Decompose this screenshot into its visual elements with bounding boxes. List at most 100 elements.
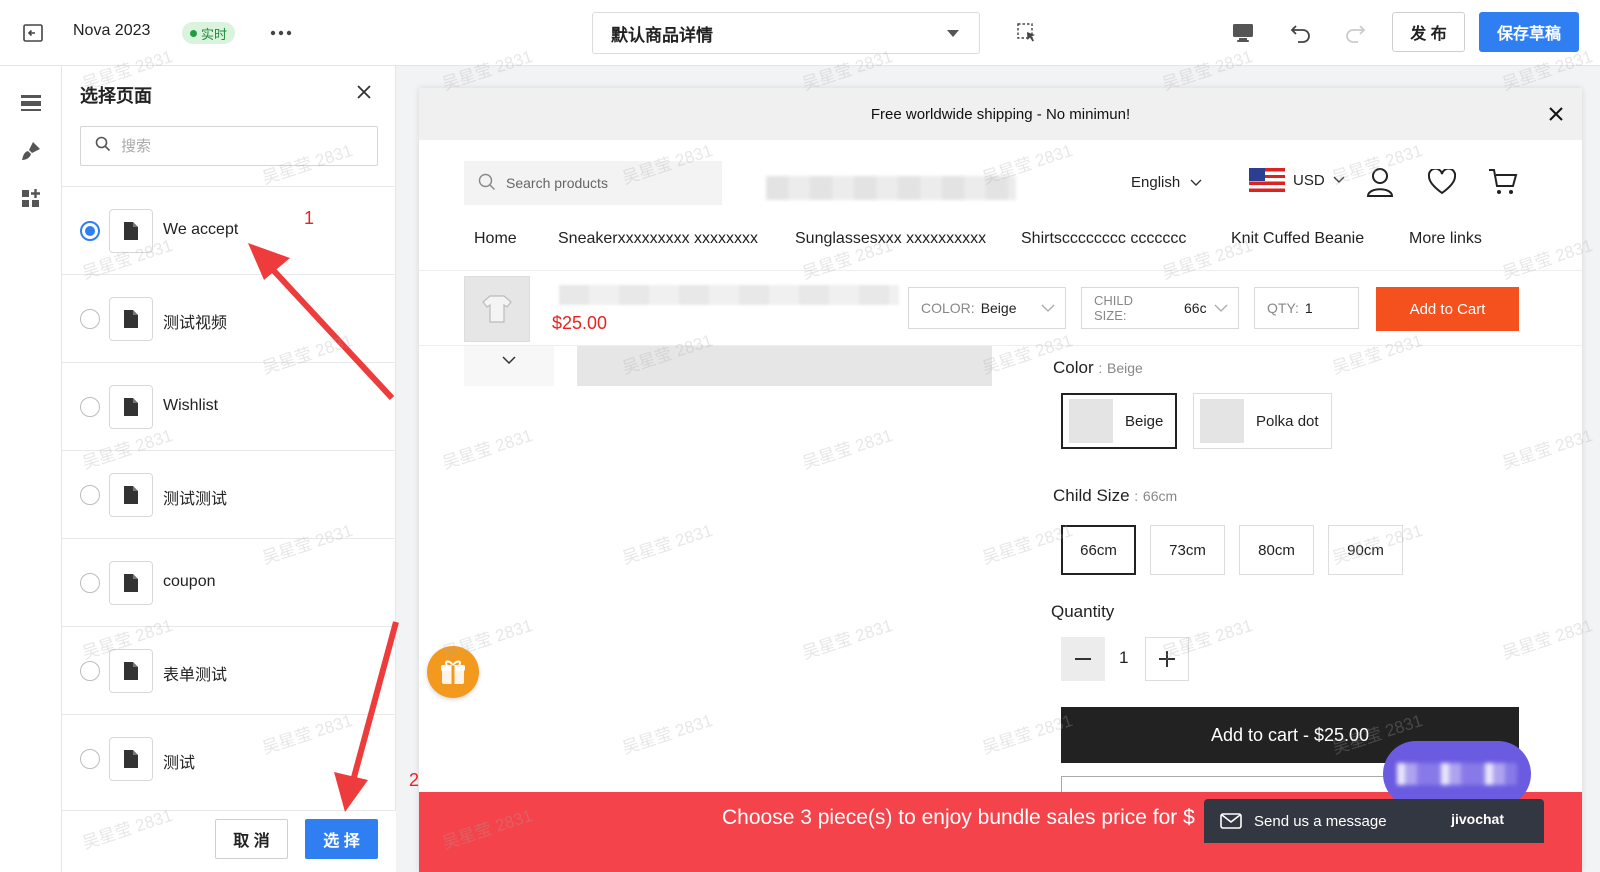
exit-editor-icon[interactable]	[20, 20, 46, 46]
quantity-value[interactable]: 1	[1119, 648, 1128, 668]
cart-icon[interactable]	[1487, 166, 1519, 198]
nav-link[interactable]: More links	[1409, 230, 1482, 248]
currency-selector[interactable]: USD	[1249, 168, 1345, 192]
redo-icon[interactable]	[1340, 18, 1370, 48]
size-option[interactable]: 73cm	[1150, 525, 1225, 575]
page-list-item-label: We accept	[163, 221, 239, 238]
bodysuit-icon	[482, 295, 512, 323]
close-icon[interactable]	[1544, 102, 1568, 126]
size-option[interactable]: 90cm	[1328, 525, 1403, 575]
undo-icon[interactable]	[1286, 18, 1316, 48]
sticky-size-value: 66c	[1184, 299, 1207, 316]
chevron-down-icon	[1041, 304, 1055, 312]
close-icon[interactable]	[352, 80, 376, 104]
more-options-icon[interactable]	[268, 20, 294, 46]
announcement-text: Free worldwide shipping - No minimun!	[870, 105, 1131, 123]
color-option-beige[interactable]: Beige	[1061, 393, 1178, 449]
annotation-step-1: 1	[304, 208, 315, 228]
select-page-panel: 选择页面 We accept 测试视频 Wishlist 测试测试	[62, 66, 396, 872]
page-list-item[interactable]: 测试	[62, 714, 396, 802]
sticky-qty-field[interactable]: QTY: 1	[1254, 287, 1359, 329]
radio-button[interactable]	[80, 221, 100, 241]
child-size-selected-value: 66cm	[1142, 488, 1178, 504]
product-name-blurred	[559, 285, 899, 305]
page-list-item-label: Wishlist	[163, 397, 219, 414]
page-list-item[interactable]: coupon	[62, 538, 396, 626]
live-status-badge: 实时	[182, 22, 236, 44]
project-name: Nova 2023	[73, 22, 151, 39]
quantity-label: Quantity	[1051, 602, 1115, 621]
nav-link[interactable]: Knit Cuffed Beanie	[1231, 230, 1364, 248]
page-list-item[interactable]: We accept	[62, 186, 396, 274]
template-select-value: 默认商品详情	[611, 25, 713, 45]
wishlist-heart-icon[interactable]	[1426, 166, 1458, 198]
radio-button[interactable]	[80, 397, 100, 417]
page-list-item-label: 测试测试	[163, 491, 228, 508]
radio-button[interactable]	[80, 749, 100, 769]
sticky-color-select[interactable]: COLOR: Beige	[908, 287, 1066, 329]
store-search-box[interactable]: Search products	[464, 161, 722, 205]
page-list-item-label: 表单测试	[163, 667, 228, 684]
search-icon	[478, 173, 496, 194]
quantity-decrement-button[interactable]	[1061, 637, 1105, 681]
chevron-down-icon	[1190, 179, 1202, 186]
save-draft-button[interactable]: 保存草稿	[1479, 12, 1579, 52]
gift-icon[interactable]	[427, 646, 479, 698]
theme-brush-icon[interactable]	[18, 138, 44, 164]
store-search-placeholder: Search products	[506, 175, 608, 191]
us-flag-icon	[1249, 168, 1285, 192]
radio-button[interactable]	[80, 309, 100, 329]
search-input[interactable]	[121, 137, 351, 155]
sticky-qty-label: QTY:	[1267, 300, 1299, 316]
page-list-item[interactable]: Wishlist	[62, 362, 396, 450]
store-nav: Home Sneakerxxxxxxxxx xxxxxxxx Sunglasse…	[419, 228, 1582, 268]
sticky-qty-value: 1	[1304, 300, 1313, 316]
sections-icon[interactable]	[18, 90, 44, 116]
sticky-add-to-cart-bar: $25.00 COLOR: Beige CHILD SIZE: 66c QTY: 1…	[419, 270, 1582, 346]
desktop-preview-icon[interactable]	[1228, 18, 1258, 48]
cancel-button[interactable]: 取 消	[215, 819, 288, 859]
nav-link[interactable]: Home	[474, 230, 517, 248]
nav-link[interactable]: Shirtscccccccc ccccccc	[1021, 230, 1186, 248]
template-select[interactable]: 默认商品详情	[592, 12, 980, 54]
select-button[interactable]: 选 择	[305, 819, 378, 859]
sticky-add-to-cart-button[interactable]: Add to Cart	[1376, 287, 1519, 331]
size-option[interactable]: 66cm	[1061, 525, 1136, 575]
radio-button[interactable]	[80, 573, 100, 593]
sticky-color-value: Beige	[980, 300, 1017, 316]
publish-button[interactable]: 发 布	[1392, 12, 1465, 52]
chat-message-bar[interactable]: Send us a message jivochat	[1204, 799, 1544, 843]
child-size-label-text: Child Size	[1053, 486, 1130, 505]
account-icon[interactable]	[1364, 166, 1396, 198]
chat-widget-bubble[interactable]	[1383, 741, 1531, 807]
store-logo[interactable]	[766, 176, 1016, 200]
product-main-image	[577, 346, 992, 386]
chat-brand: jivochat	[1451, 811, 1504, 827]
page-file-icon	[109, 385, 153, 429]
size-option[interactable]: 80cm	[1239, 525, 1314, 575]
minus-icon	[1075, 658, 1091, 660]
live-dot-icon	[190, 29, 197, 37]
radio-button[interactable]	[80, 485, 100, 505]
color-option-label: Beige	[1125, 412, 1164, 430]
sticky-size-label-line2: SIZE:	[1094, 308, 1127, 323]
nav-link[interactable]: Sunglassesxxx xxxxxxxxxx	[795, 230, 986, 248]
sticky-price: $25.00	[552, 313, 608, 333]
color-option-polka-dot[interactable]: Polka dot	[1193, 393, 1332, 449]
color-selected-value: Beige	[1106, 360, 1143, 376]
sticky-size-select[interactable]: CHILD SIZE: 66c	[1081, 287, 1239, 329]
page-list-item[interactable]: 表单测试	[62, 626, 396, 714]
envelope-icon	[1220, 813, 1242, 829]
page-list-item[interactable]: 测试视频	[62, 274, 396, 362]
sticky-size-label-line1: CHILD	[1094, 293, 1134, 308]
chevron-down-icon[interactable]	[502, 356, 516, 364]
apps-icon[interactable]	[18, 186, 44, 212]
panel-footer: 取 消 选 择	[62, 810, 396, 872]
nav-link[interactable]: Sneakerxxxxxxxxx xxxxxxxx	[558, 230, 758, 248]
quantity-increment-button[interactable]	[1145, 637, 1189, 681]
radio-button[interactable]	[80, 661, 100, 681]
select-element-icon[interactable]	[1012, 18, 1042, 48]
language-selector[interactable]: English	[1131, 174, 1202, 191]
page-list-item[interactable]: 测试测试	[62, 450, 396, 538]
panel-title: 选择页面	[80, 86, 152, 106]
